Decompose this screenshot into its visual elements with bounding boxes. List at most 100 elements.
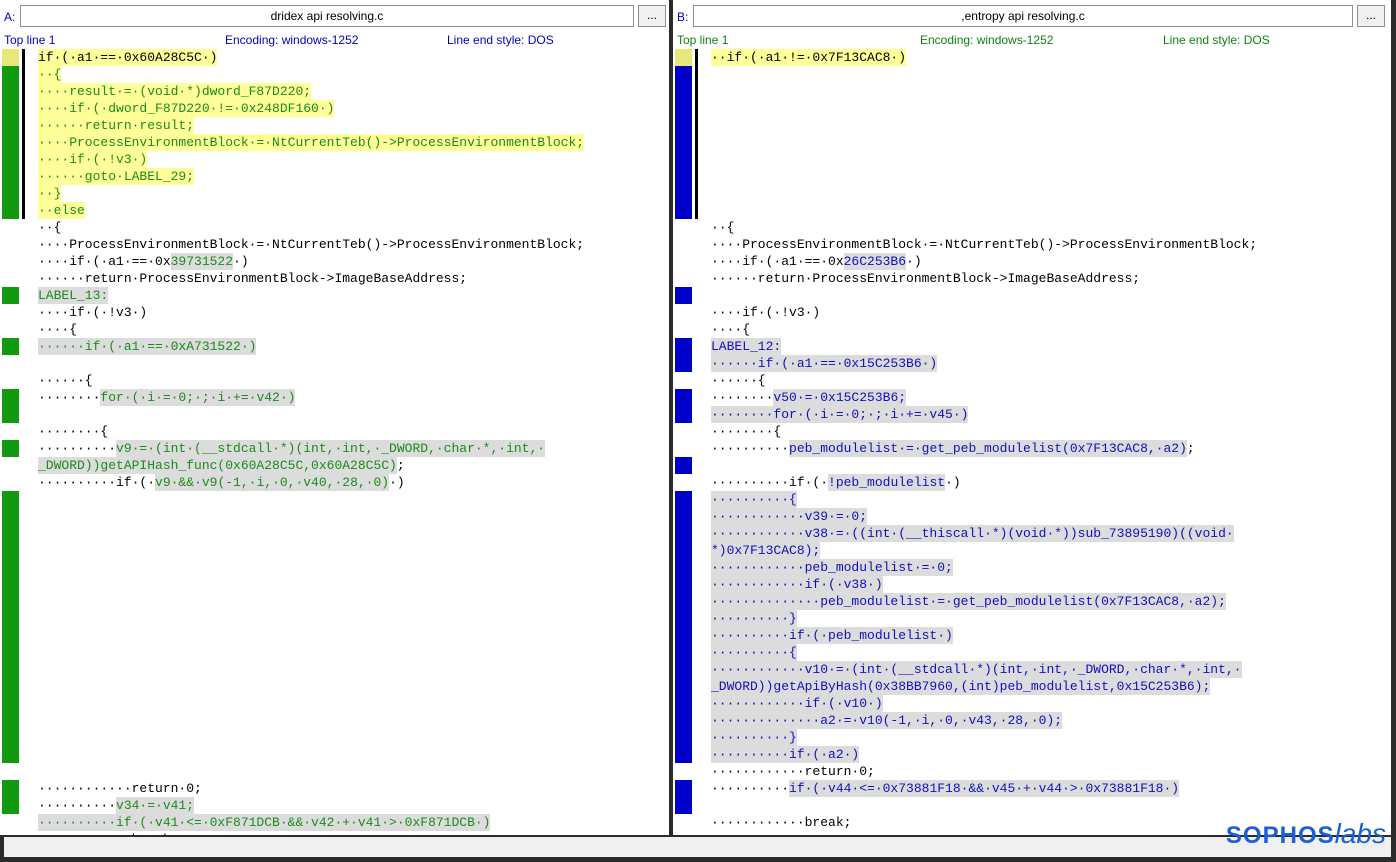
code-line: ··········if·(·!peb_modulelist·) [711, 474, 1391, 491]
code-text: ·········· [711, 781, 790, 796]
changed-text: ··········} [711, 610, 797, 627]
code-line: ··············peb_modulelist·=·get_peb_m… [711, 593, 1391, 610]
code-text: ····if·(·a1·==·0x [38, 254, 171, 269]
encoding-a: Encoding: windows-1252 [225, 33, 359, 47]
changed-text: ············if·(·v38·) [711, 576, 883, 593]
code-line: ············v10·=·(int·(__stdcall·*)(int… [711, 661, 1391, 678]
code-text: ····if·(·!v3·) [711, 305, 821, 320]
changed-text: ··········if·(·v41·<=·0xF871DCB·&&·v42·+… [38, 814, 491, 831]
code-line: ··········v34·=·v41; [38, 797, 669, 814]
code-line: ········{ [711, 423, 1391, 440]
changed-text: *)0x7F13CAC8); [711, 542, 821, 559]
code-line: ····result·=·(void·*)dword_F87D220; [38, 83, 669, 100]
changed-text: ··············peb_modulelist·=·get_peb_m… [711, 593, 1226, 610]
file-path-input-b[interactable]: ,entropy api resolving.c [693, 5, 1353, 27]
changed-text: ············if·(·v10·) [711, 695, 883, 712]
code-line: ····ProcessEnvironmentBlock·=·NtCurrentT… [711, 236, 1391, 253]
changed-text: v34·=·v41; [116, 797, 195, 814]
changed-text: v9·=·(int·(__stdcall·*)(int,·int,·_DWORD… [116, 440, 546, 457]
code-line: _DWORD))getApiByHash(0x38BB7960,(int)peb… [711, 678, 1391, 695]
code-line: ··{ [711, 219, 1391, 236]
changed-text: ············v38·=·((int·(__thiscall·*)(v… [711, 525, 1234, 542]
code-text: ······{ [711, 373, 766, 388]
horizontal-scrollbar[interactable] [4, 837, 1391, 857]
line-end-a: Line end style: DOS [447, 33, 554, 47]
code-line: ····if·(·a1·==·0x39731522·) [38, 253, 669, 270]
changed-text: 39731522 [170, 253, 234, 270]
changed-text: for·(·i·=·0;·;·i·+=·v42·) [100, 389, 296, 406]
code-text: ········{ [38, 424, 109, 439]
changed-text: ··········} [711, 729, 797, 746]
code-line: ············if·(·v10·) [711, 695, 1391, 712]
code-line: ····ProcessEnvironmentBlock·=·NtCurrentT… [38, 134, 669, 151]
code-text: ·) [233, 254, 249, 269]
code-line: ······return·result; [38, 117, 669, 134]
code-text: ; [396, 458, 405, 473]
code-line: ··········{ [711, 491, 1391, 508]
info-bar-b: Top line 1 Encoding: windows-1252 Line e… [673, 33, 1391, 49]
diff-gutter-a [0, 49, 20, 835]
changed-text: ··{ [38, 66, 62, 83]
changed-text: if·(·v44·<=·0x73881F18·&&·v45·+·v44·>·0x… [789, 780, 1180, 797]
code-text: ·········· [38, 441, 117, 456]
changed-text: !peb_modulelist [828, 474, 946, 491]
code-text: ······{ [38, 373, 93, 388]
code-text: ··········if·(· [711, 475, 829, 490]
changed-text: ······if·(·a1·==·0x15C253B6·) [711, 355, 938, 372]
code-line: ······{ [38, 372, 669, 389]
code-text: ··········if·(· [38, 475, 156, 490]
browse-button-a[interactable]: ... [638, 5, 666, 27]
browse-button-b[interactable]: ... [1357, 5, 1385, 27]
code-line: ····if·(·dword_F87D220·!=·0x248DF160·) [38, 100, 669, 117]
code-view-b[interactable]: ··if·(·a1·!=·0x7F13CAC8·) ··{····ProcessE… [711, 49, 1391, 831]
code-line: ········for·(·i·=·0;·;·i·+=·v42·) [38, 389, 669, 406]
changed-text: ····if·(·!v3·) [38, 151, 148, 168]
changed-text: ··} [38, 185, 62, 202]
code-line: ··········if·(·a2·) [711, 746, 1391, 763]
file-path-input-a[interactable]: dridex api resolving.c [20, 5, 634, 27]
changed-text: ··········{ [711, 644, 797, 661]
code-line: ····if·(·!v3·) [711, 304, 1391, 321]
top-line-b: Top line 1 [677, 33, 729, 47]
code-line: ········v50·=·0x15C253B6; [711, 389, 1391, 406]
code-line: ····ProcessEnvironmentBlock·=·NtCurrentT… [38, 236, 669, 253]
code-view-a[interactable]: if·(·a1·==·0x60A28C5C·) ··{····result·=·(… [38, 49, 669, 835]
right-pane: B: ,entropy api resolving.c ... Top line… [673, 0, 1391, 835]
changed-text: ····result·=·(void·*)dword_F87D220; [38, 83, 312, 100]
code-line: ··{ [38, 219, 669, 236]
changed-text: _DWORD))getApiByHash(0x38BB7960,(int)peb… [711, 678, 1211, 695]
changed-text: ··········{ [711, 491, 797, 508]
changed-text: ··else [38, 202, 85, 219]
code-line: ··········if·(·v44·<=·0x73881F18·&&·v45·… [711, 780, 1391, 797]
pane-b-label: B: [677, 10, 689, 24]
code-line: ····{ [38, 321, 669, 338]
code-text: ········ [38, 390, 101, 405]
changed-text: ······return·result; [38, 117, 195, 134]
code-line: ········for·(·i·=·0;·;·i·+=·v45·) [711, 406, 1391, 423]
code-line: ····{ [711, 321, 1391, 338]
changed-text: v50·=·0x15C253B6; [773, 389, 907, 406]
code-line: ····if·(·a1·==·0x26C253B6·) [711, 253, 1391, 270]
code-text: ······return·ProcessEnvironmentBlock->Im… [38, 271, 468, 286]
code-line: ··············a2·=·v10(-1,·i,·0,·v43,·28… [711, 712, 1391, 729]
changed-text: ············v10·=·(int·(__stdcall·*)(int… [711, 661, 1242, 678]
changed-text: ··········if·(·peb_modulelist·) [711, 627, 953, 644]
code-line: ······goto·LABEL_29; [38, 168, 669, 185]
changed-text: ············peb_modulelist·=·0; [711, 559, 953, 576]
pane-a-label: A: [4, 10, 16, 24]
code-line: ············return·0; [711, 763, 1391, 780]
code-line: ··········} [711, 610, 1391, 627]
code-line: ··········if·(·v41·<=·0xF871DCB·&&·v42·+… [38, 814, 669, 831]
code-text: ········{ [711, 424, 782, 439]
changed-text: peb_modulelist·=·get_peb_modulelist(0x7F… [789, 440, 1187, 457]
changed-text: ············v39·=·0; [711, 508, 868, 525]
changed-text: LABEL_13: [38, 287, 109, 304]
code-text: ····if·(·!v3·) [38, 305, 148, 320]
code-line: ············peb_modulelist·=·0; [711, 559, 1391, 576]
